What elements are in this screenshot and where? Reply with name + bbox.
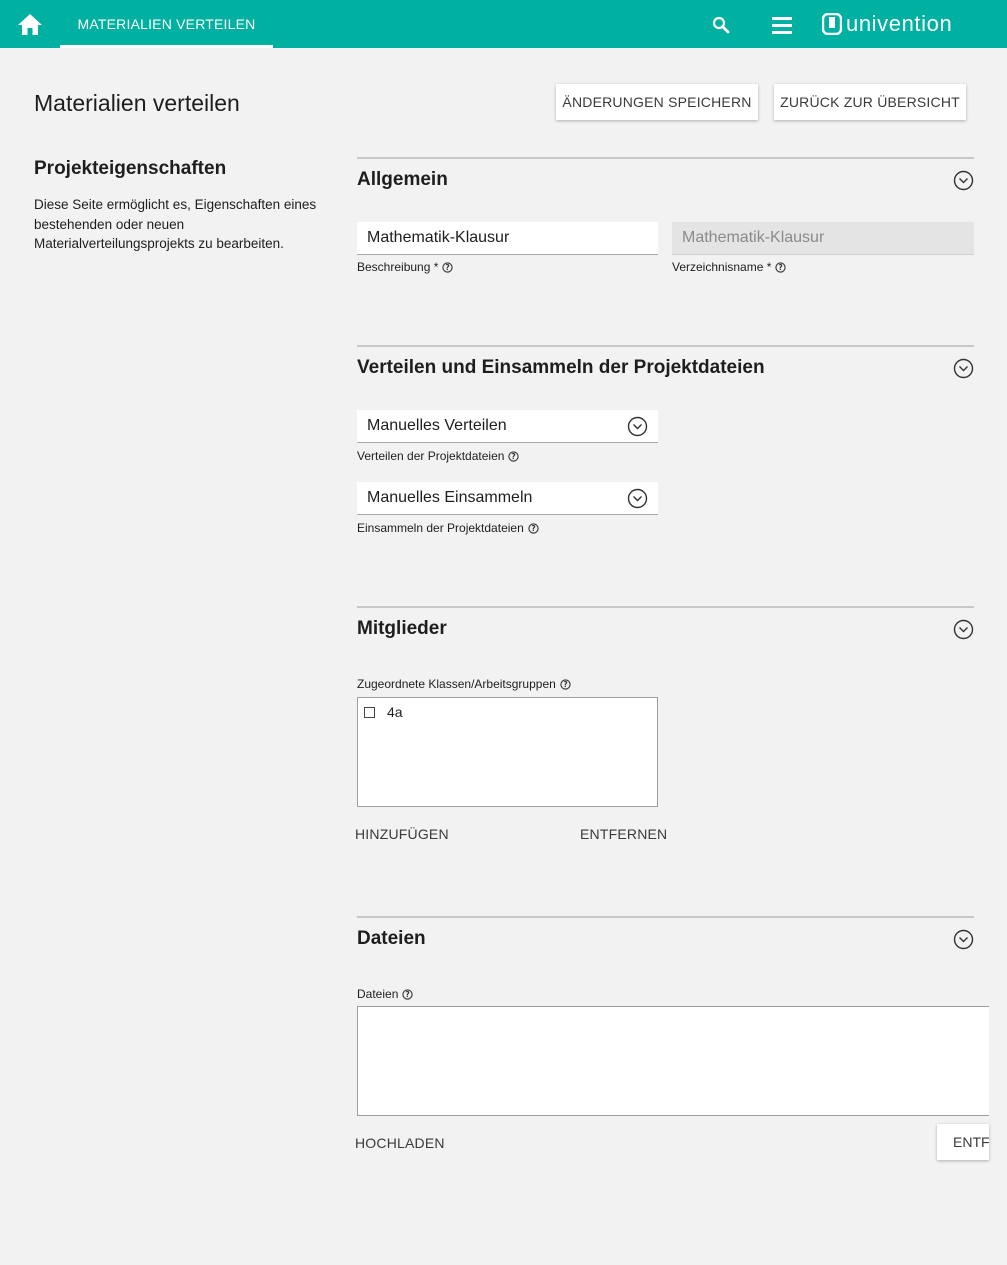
directory-name-value: Mathematik-Klausur (682, 229, 825, 246)
section-title-files: Dateien (357, 928, 426, 949)
properties-description: Diese Seite ermöglicht es, Eigenschaften… (34, 197, 317, 251)
description-label-row: Beschreibung * ? (357, 260, 454, 274)
remove-member-label: ENTFERNEN (580, 826, 668, 842)
back-to-overview-label: ZURÜCK ZUR ÜBERSICHT (780, 94, 960, 110)
collect-value: Manuelles Einsammeln (367, 489, 533, 506)
univention-logo: univention (822, 10, 952, 38)
description-label: Beschreibung * (357, 260, 439, 274)
collapse-distribution-icon[interactable] (953, 358, 974, 379)
distribute-label: Verteilen der Projektdateien (357, 449, 505, 463)
save-changes-label: ÄNDERUNGEN SPEICHERN (562, 94, 752, 110)
members-list-label: Zugeordnete Klassen/Arbeitsgruppen (357, 677, 556, 691)
section-members: Mitglieder (357, 606, 974, 666)
page-title: Materialien verteilen (34, 90, 240, 116)
section-title-general: Allgemein (357, 169, 448, 190)
home-button[interactable] (0, 0, 60, 48)
svg-text:?: ? (563, 680, 567, 689)
search-button[interactable] (710, 14, 732, 36)
collect-label: Einsammeln der Projektdateien (357, 521, 524, 535)
help-icon[interactable]: ? (775, 261, 787, 273)
section-title-distribution: Verteilen und Einsammeln der Projektdate… (357, 357, 765, 378)
svg-text:?: ? (446, 263, 450, 272)
add-member-button[interactable]: HINZUFÜGEN (355, 826, 449, 842)
collect-label-row: Einsammeln der Projektdateien ? (357, 521, 539, 535)
collect-select[interactable]: Manuelles Einsammeln (357, 482, 658, 515)
svg-text:?: ? (406, 990, 410, 999)
remove-file-button[interactable]: ENTFERNEN (937, 1124, 989, 1160)
collapse-members-icon[interactable] (953, 619, 974, 640)
tab-label: MATERIALIEN VERTEILEN (77, 16, 256, 32)
svg-text:?: ? (531, 524, 535, 533)
remove-file-label: ENTFERNEN (953, 1134, 989, 1150)
search-icon (712, 16, 730, 34)
univention-logo-icon (822, 13, 842, 35)
tab-materialien-verteilen[interactable]: MATERIALIEN VERTEILEN (60, 0, 273, 48)
help-icon[interactable]: ? (560, 678, 571, 690)
help-icon[interactable]: ? (442, 261, 454, 273)
description-value: Mathematik-Klausur (367, 229, 510, 246)
members-list[interactable]: 4a (357, 697, 658, 807)
logo-text: univention (846, 11, 953, 36)
collapse-general-icon[interactable] (953, 170, 974, 191)
remove-member-button[interactable]: ENTFERNEN (580, 826, 667, 842)
hamburger-menu-icon (772, 17, 792, 34)
members-list-label-row: Zugeordnete Klassen/Arbeitsgruppen ? (357, 677, 571, 691)
distribute-label-row: Verteilen der Projektdateien ? (357, 449, 520, 463)
files-list-label-row: Dateien ? (357, 987, 414, 1001)
upload-button[interactable]: HOCHLADEN (355, 1135, 445, 1151)
directory-name-input: Mathematik-Klausur (672, 222, 974, 255)
add-member-label: HINZUFÜGEN (355, 826, 449, 842)
svg-text:?: ? (779, 263, 783, 272)
section-distribution: Verteilen und Einsammeln der Projektdate… (357, 345, 974, 405)
files-list-label: Dateien (357, 987, 399, 1001)
top-bar: MATERIALIEN VERTEILEN univention (0, 0, 1007, 48)
files-list[interactable] (357, 1006, 989, 1116)
section-title-members: Mitglieder (357, 618, 447, 639)
properties-heading: Projekteigenschaften (34, 158, 227, 179)
help-icon[interactable]: ? (402, 988, 414, 1000)
member-checkbox[interactable] (364, 706, 375, 718)
menu-button[interactable] (770, 14, 794, 36)
distribute-select[interactable]: Manuelles Verteilen (357, 410, 658, 443)
upload-label: HOCHLADEN (355, 1135, 445, 1151)
section-files: Dateien (357, 916, 974, 976)
member-name: 4a (387, 704, 403, 720)
directory-name-label-row: Verzeichnisname * ? (672, 260, 787, 274)
distribute-value: Manuelles Verteilen (367, 417, 507, 434)
help-icon[interactable]: ? (508, 450, 520, 462)
description-input[interactable]: Mathematik-Klausur (357, 222, 658, 255)
chevron-down-icon (627, 488, 648, 508)
collapse-files-icon[interactable] (953, 929, 974, 950)
home-icon (18, 14, 42, 35)
save-changes-button[interactable]: ÄNDERUNGEN SPEICHERN (556, 84, 758, 120)
help-icon[interactable]: ? (528, 522, 539, 534)
chevron-down-icon (627, 416, 648, 436)
directory-name-label: Verzeichnisname * (672, 260, 772, 274)
svg-text:?: ? (512, 452, 516, 461)
list-item[interactable]: 4a (364, 704, 403, 720)
back-to-overview-button[interactable]: ZURÜCK ZUR ÜBERSICHT (774, 84, 966, 120)
